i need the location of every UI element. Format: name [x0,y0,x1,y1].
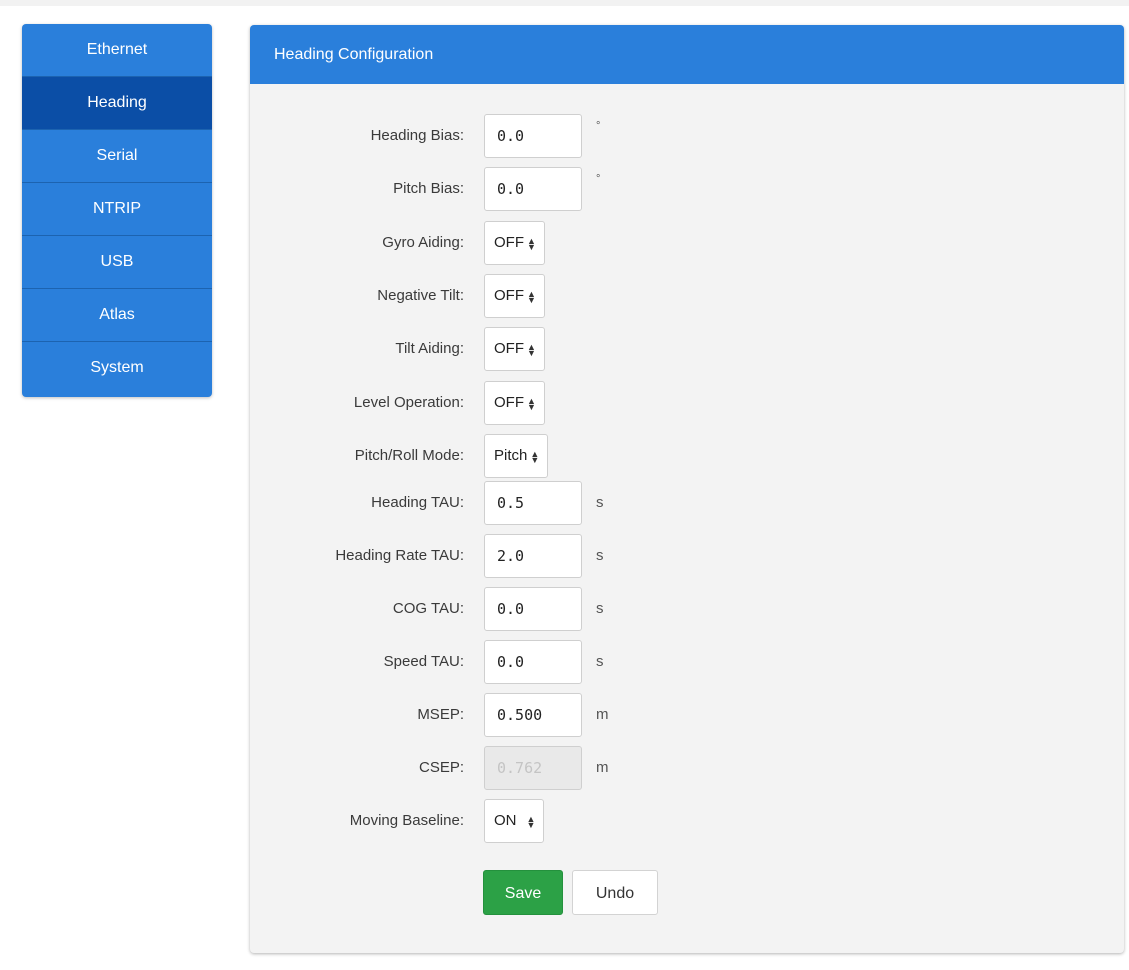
negative-tilt-select[interactable]: OFF ▲ ▼ [484,274,545,318]
panel-title: Heading Configuration [250,25,1124,84]
form-row-msep: MSEP: m [250,693,1124,737]
speed-tau-label: Speed TAU: [383,653,464,670]
msep-unit: m [596,706,609,723]
sidebar-item-ethernet[interactable]: Ethernet [22,24,212,77]
level-operation-select[interactable]: OFF ▲ ▼ [484,381,545,425]
pitch-roll-mode-select[interactable]: Pitch ▲ ▼ [484,434,549,478]
level-operation-label: Level Operation: [353,394,464,411]
pitch-roll-mode-value: Pitch [494,447,528,464]
sidebar-item-ntrip[interactable]: NTRIP [22,183,212,236]
sort-arrows-icon: ▲ ▼ [527,236,536,253]
moving-baseline-select[interactable]: ON ▲ ▼ [484,799,545,843]
sidebar-nav: Ethernet Heading Serial NTRIP USB Atlas … [22,24,212,397]
csep-unit: m [596,759,609,776]
msep-label: MSEP: [417,706,464,723]
form-actions: Save Undo [250,870,1124,915]
gyro-aiding-select[interactable]: OFF ▲ ▼ [484,221,545,265]
heading-rate-tau-input[interactable] [484,534,582,578]
heading-bias-unit: ° [596,120,601,132]
heading-bias-input[interactable] [484,114,582,158]
form-row-csep: CSEP: m [250,746,1124,790]
tilt-aiding-label: Tilt Aiding: [395,340,464,357]
pitch-roll-mode-label: Pitch/Roll Mode: [354,447,464,464]
heading-tau-input[interactable] [484,481,582,525]
gyro-aiding-label: Gyro Aiding: [382,234,464,251]
sort-arrows-icon: ▲ ▼ [527,289,536,306]
form-row-pitch-bias: Pitch Bias: ° [250,167,1124,211]
form-row-pitch-roll-mode: Pitch/Roll Mode: Pitch ▲ ▼ [250,434,1124,478]
heading-bias-label: Heading Bias: [370,127,464,144]
csep-label: CSEP: [418,759,464,776]
sort-arrows-icon: ▲ ▼ [530,449,540,466]
negative-tilt-label: Negative Tilt: [377,287,464,304]
speed-tau-unit: s [596,653,604,670]
cog-tau-label: COG TAU: [392,600,464,617]
sidebar-item-system[interactable]: System [22,342,212,394]
tilt-aiding-select[interactable]: OFF ▲ ▼ [484,327,545,371]
heading-rate-tau-label: Heading Rate TAU: [335,547,464,564]
level-operation-value: OFF [494,394,524,411]
sidebar-item-serial[interactable]: Serial [22,130,212,183]
sidebar-item-atlas[interactable]: Atlas [22,289,212,342]
heading-tau-unit: s [596,494,604,511]
sort-arrows-icon: ▲ ▼ [527,342,536,359]
top-strip [0,0,1129,6]
sidebar-item-heading[interactable]: Heading [22,77,212,130]
form-row-moving-baseline: Moving Baseline: ON ▲ ▼ [250,799,1124,843]
pitch-bias-input[interactable] [484,167,582,211]
heading-tau-label: Heading TAU: [371,494,464,511]
speed-tau-input[interactable] [484,640,582,684]
cog-tau-input[interactable] [484,587,582,631]
moving-baseline-label: Moving Baseline: [349,812,464,829]
pitch-bias-label: Pitch Bias: [393,180,464,197]
form-row-heading-rate-tau: Heading Rate TAU: s [250,534,1124,578]
csep-input [484,746,582,790]
heading-config-panel: Heading Configuration Heading Bias: ° Pi… [250,25,1124,953]
form-row-heading-tau: Heading TAU: s [250,481,1124,525]
heading-rate-tau-unit: s [596,547,604,564]
form-row-cog-tau: COG TAU: s [250,587,1124,631]
sidebar-item-usb[interactable]: USB [22,236,212,289]
save-button[interactable]: Save [483,870,563,915]
form-row-heading-bias: Heading Bias: ° [250,114,1124,158]
form-row-speed-tau: Speed TAU: s [250,640,1124,684]
moving-baseline-value: ON [494,812,517,829]
sort-arrows-icon: ▲ ▼ [527,396,536,413]
tilt-aiding-value: OFF [494,340,524,357]
form-row-tilt-aiding: Tilt Aiding: OFF ▲ ▼ [250,327,1124,371]
form-row-gyro-aiding: Gyro Aiding: OFF ▲ ▼ [250,221,1124,265]
cog-tau-unit: s [596,600,604,617]
sort-arrows-icon: ▲ ▼ [526,814,536,831]
pitch-bias-unit: ° [596,173,601,185]
form-row-negative-tilt: Negative Tilt: OFF ▲ ▼ [250,274,1124,318]
msep-input[interactable] [484,693,582,737]
undo-button[interactable]: Undo [572,870,658,915]
gyro-aiding-value: OFF [494,234,524,251]
negative-tilt-value: OFF [494,287,524,304]
form-row-level-operation: Level Operation: OFF ▲ ▼ [250,381,1124,425]
